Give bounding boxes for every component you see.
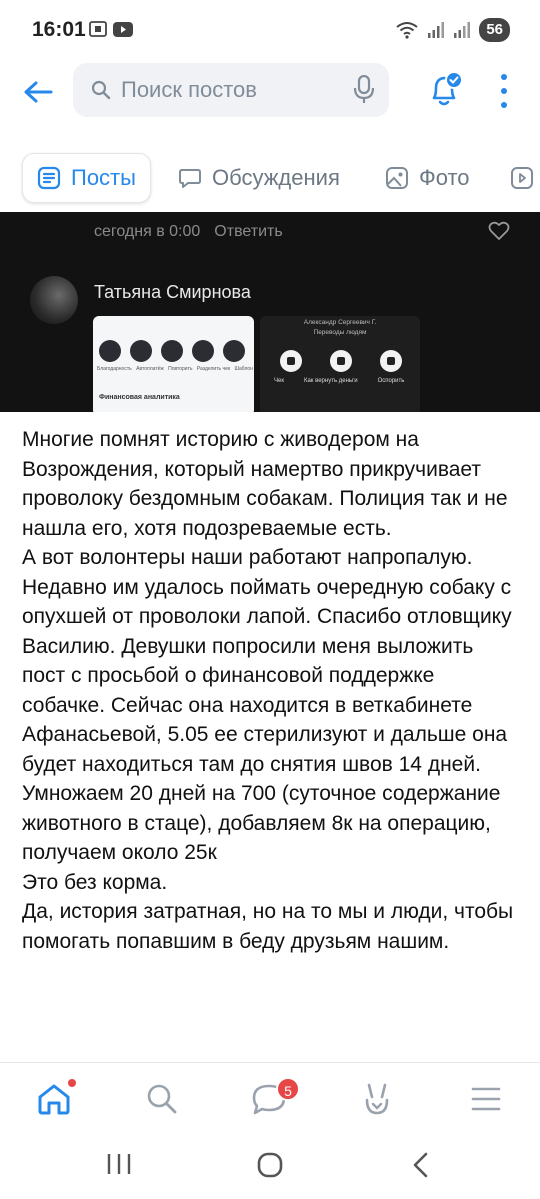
- search-header: [0, 60, 540, 122]
- post-image[interactable]: сегодня в 0:00 Ответить Татьяна Смирнова …: [0, 212, 540, 412]
- home-icon: [38, 1084, 70, 1115]
- comment-author: Татьяна Смирнова: [94, 282, 251, 302]
- back-nav-icon[interactable]: [411, 1152, 429, 1178]
- transfer-header: Александр Сергеевич Г. Переводы людям: [260, 318, 420, 338]
- comment-meta: сегодня в 0:00 Ответить: [94, 223, 283, 241]
- action-icon: [130, 340, 152, 362]
- action-icon: [161, 340, 183, 362]
- screen-record-icon: [89, 21, 107, 37]
- nav-menu[interactable]: [466, 1079, 506, 1119]
- home-notification-dot: [68, 1079, 76, 1087]
- action-caption: Повторить: [168, 366, 193, 372]
- tab-photos-label: Фото: [419, 165, 470, 190]
- nav-services[interactable]: [357, 1079, 397, 1119]
- photo-icon: [386, 167, 408, 189]
- receipt-icon: [280, 350, 302, 372]
- transfer-subtitle: Переводы людям: [313, 329, 367, 336]
- back-button[interactable]: [18, 72, 58, 112]
- action-captions: Благодарность Автоплатёж Повторить Разде…: [97, 366, 253, 372]
- system-nav-bar: [0, 1134, 540, 1199]
- tab-videos[interactable]: [510, 153, 534, 203]
- action-caption: Благодарность: [97, 366, 132, 372]
- dispute-icon: [380, 350, 402, 372]
- transfer-action-captions: Чек Как вернуть деньги Оспорить: [274, 378, 404, 384]
- tab-photos[interactable]: Фото: [385, 153, 470, 203]
- search-field[interactable]: [73, 63, 389, 117]
- posts-icon: [37, 166, 61, 190]
- action-icon: [223, 340, 245, 362]
- nav-search[interactable]: [142, 1079, 182, 1119]
- tab-discussions-label: Обсуждения: [212, 165, 340, 190]
- bottom-nav: 5: [0, 1062, 540, 1134]
- messages-badge: 5: [276, 1077, 300, 1101]
- search-icon: [147, 1084, 177, 1114]
- content-tabs: Посты Обсуждения Фото: [0, 150, 540, 206]
- transfer-caption: Оспорить: [377, 378, 405, 384]
- tab-posts[interactable]: Посты: [22, 153, 151, 203]
- action-caption: Разделить чек: [196, 366, 231, 372]
- more-button[interactable]: [492, 70, 516, 112]
- attached-screenshot-2: Александр Сергеевич Г. Переводы людям Че…: [260, 316, 420, 412]
- voice-search-button[interactable]: [353, 74, 375, 110]
- heart-icon: [488, 221, 510, 240]
- finance-section-label: Финансовая аналитика: [99, 394, 180, 401]
- search-icon: [91, 80, 111, 100]
- bell-icon: [432, 71, 463, 106]
- notifications-button[interactable]: [424, 68, 468, 112]
- status-bar: 16:01 56: [0, 0, 540, 60]
- transfer-action-icons: [280, 350, 402, 372]
- action-caption: Шаблон: [234, 366, 253, 372]
- attached-screenshot-1: Благодарность Автоплатёж Повторить Разде…: [93, 316, 254, 412]
- comment-reply: Ответить: [214, 223, 283, 240]
- signal-icon: [428, 22, 445, 38]
- action-icons: [99, 340, 245, 362]
- status-time: 16:01: [32, 18, 86, 41]
- video-icon: [511, 167, 533, 189]
- transfer-caption: Чек: [274, 378, 284, 384]
- more-dot-icon: [501, 102, 507, 108]
- action-icon: [99, 340, 121, 362]
- status-notification-icons: [89, 21, 133, 37]
- avatar: [30, 276, 78, 324]
- more-dot-icon: [501, 88, 507, 94]
- transfer-caption: Как вернуть деньги: [303, 378, 358, 384]
- arrow-left-icon: [24, 81, 53, 103]
- action-icon: [192, 340, 214, 362]
- chat-icon: [179, 169, 201, 188]
- post-text: Многие помнят историю с живодером на Воз…: [22, 428, 514, 953]
- more-dot-icon: [501, 74, 507, 80]
- action-caption: Автоплатёж: [136, 366, 164, 372]
- status-system-icons: 56: [395, 18, 510, 42]
- tab-posts-label: Посты: [71, 165, 136, 190]
- search-input[interactable]: [121, 77, 351, 103]
- menu-icon: [471, 1087, 501, 1111]
- battery-indicator: 56: [479, 18, 510, 42]
- comment-time: сегодня в 0:00: [94, 223, 201, 240]
- nav-home[interactable]: [34, 1079, 76, 1119]
- tab-discussions[interactable]: Обсуждения: [178, 153, 340, 203]
- services-icon: [365, 1083, 389, 1115]
- transfer-name: Александр Сергеевич Г.: [303, 319, 377, 326]
- signal-2-icon: [454, 22, 471, 38]
- recent-apps-icon[interactable]: [106, 1152, 132, 1176]
- youtube-icon: [113, 21, 133, 37]
- microphone-icon: [353, 74, 375, 103]
- info-icon: [330, 350, 352, 372]
- home-button-icon[interactable]: [256, 1151, 284, 1179]
- wifi-icon: [396, 22, 418, 39]
